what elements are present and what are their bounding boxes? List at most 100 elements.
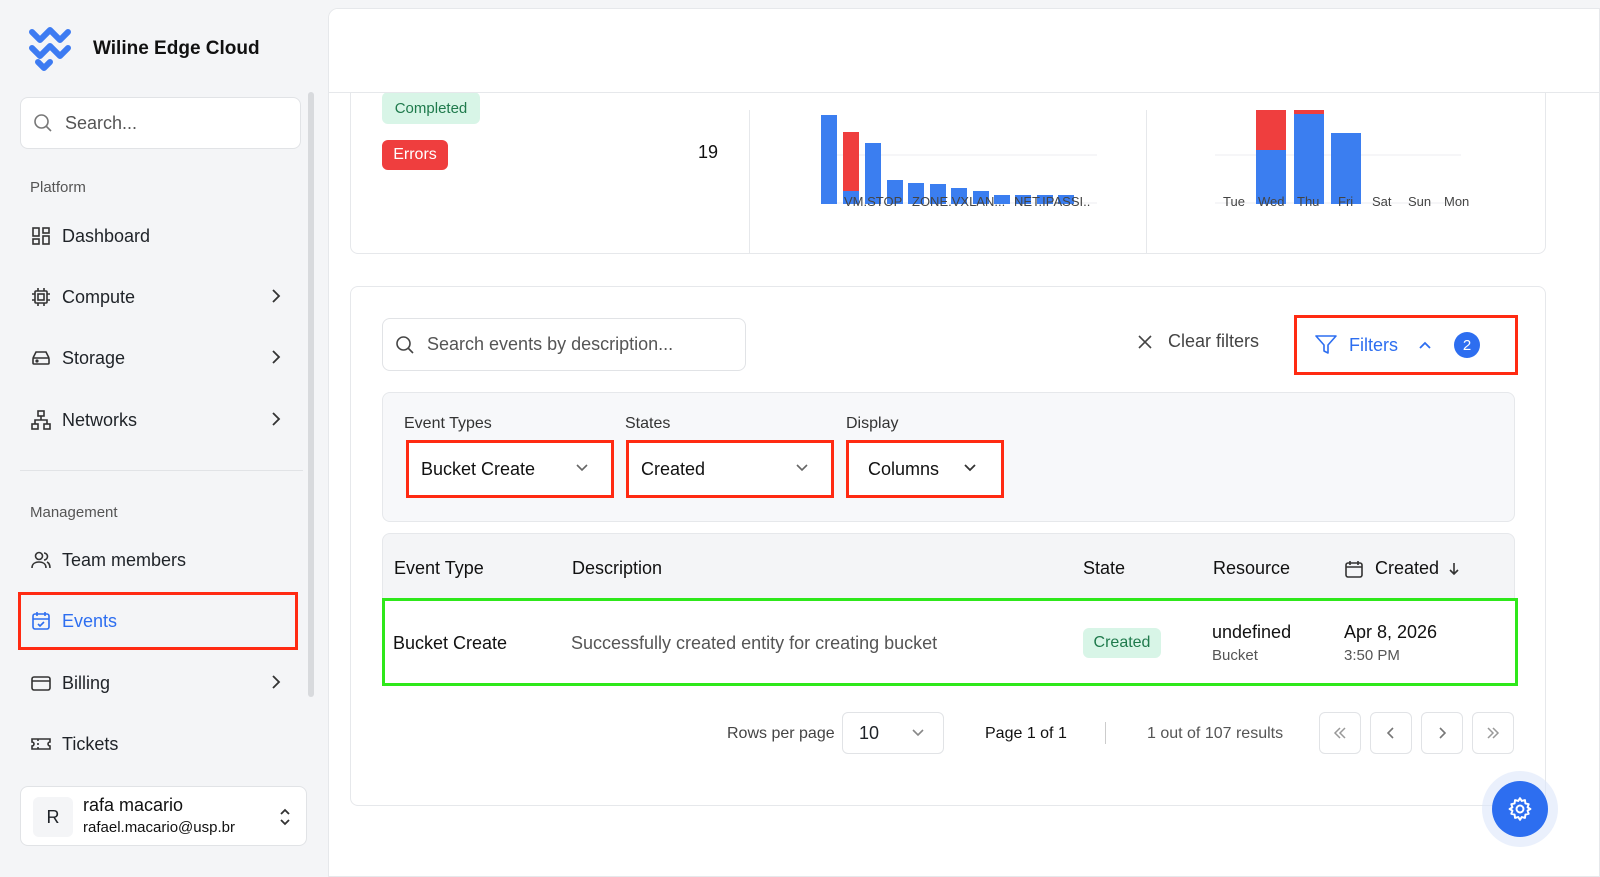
chevron-right-icon <box>1439 727 1446 739</box>
credit-card-icon <box>30 672 52 694</box>
sidebar-search-input[interactable]: Search... <box>20 97 301 149</box>
management-section-label: Management <box>30 504 118 521</box>
sidebar-item-tickets[interactable]: Tickets <box>20 719 301 769</box>
chart-bar-error <box>1256 110 1286 150</box>
chevron-down-icon <box>576 464 588 472</box>
chevron-down-icon <box>912 729 924 737</box>
column-header-resource[interactable]: Resource <box>1213 558 1290 579</box>
chart-tick-label: Sun <box>1408 194 1432 209</box>
chart-tick-label: Thu <box>1297 194 1320 209</box>
calendar-icon <box>1345 560 1363 578</box>
column-header-event-type[interactable]: Event Type <box>394 558 484 579</box>
cell-resource: undefined <box>1212 622 1292 642</box>
chart-tick-label: Sat <box>1372 194 1392 209</box>
results-count: 1 out of 107 results <box>1147 725 1284 742</box>
sidebar-item-dashboard[interactable]: Dashboard <box>20 211 301 261</box>
sidebar-item-compute[interactable]: Compute <box>20 272 301 322</box>
filters-label: Filters <box>1349 334 1398 355</box>
main-content: Completed Errors 19 VM.STOP ZONE.VXLAN..… <box>328 8 1600 877</box>
display-value: Columns <box>868 458 940 479</box>
filters-count-badge: 2 <box>1454 332 1480 358</box>
user-email: rafael.macario@usp.br <box>83 819 235 836</box>
chevron-down-icon <box>796 464 808 472</box>
sidebar-item-networks[interactable]: Networks <box>20 395 301 445</box>
sidebar-search-placeholder: Search... <box>65 112 138 133</box>
chart-bar-error <box>1294 110 1324 114</box>
first-page-button[interactable] <box>1319 712 1361 754</box>
network-icon <box>30 409 52 431</box>
sidebar: Wiline Edge Cloud Search... Platform Das… <box>0 0 318 877</box>
chart-bar <box>1294 114 1324 204</box>
event-types-value: Bucket Create <box>421 458 536 479</box>
avatar: R <box>33 797 73 837</box>
chevrons-right-icon <box>1487 727 1500 739</box>
chart-tick-label: Fri <box>1338 194 1354 209</box>
clear-filters-button[interactable]: Clear filters <box>1138 331 1259 352</box>
chart-tick-label: ZONE.VXLAN... <box>912 194 1006 209</box>
event-search-input[interactable]: Search events by description... <box>382 318 746 371</box>
table-row[interactable]: Bucket Create Successfully created entit… <box>382 598 1518 686</box>
stats-divider <box>1146 110 1147 253</box>
cell-event-type: Bucket Create <box>393 633 508 653</box>
sidebar-item-label: Storage <box>62 347 126 368</box>
chevron-right-icon <box>272 412 281 426</box>
errors-count: 19 <box>698 142 719 162</box>
settings-fab-button[interactable] <box>1492 781 1548 837</box>
filter-panel: Event Types Bucket Create States Created… <box>382 392 1515 522</box>
chevron-up-icon <box>1419 341 1431 349</box>
sidebar-divider <box>20 470 303 471</box>
chevron-up-down-icon <box>280 808 290 826</box>
chevron-right-icon <box>272 350 281 364</box>
chart-tick-label: VM.STOP <box>844 194 903 209</box>
ticket-icon <box>30 733 52 755</box>
last-page-button[interactable] <box>1472 712 1514 754</box>
chevrons-left-icon <box>1333 727 1346 739</box>
users-icon <box>30 549 52 571</box>
filter-icon <box>1315 335 1337 354</box>
clear-filters-label: Clear filters <box>1168 331 1260 351</box>
sidebar-item-label: Dashboard <box>62 225 151 246</box>
sidebar-item-label: Tickets <box>62 733 119 754</box>
sidebar-item-team-members[interactable]: Team members <box>20 535 301 585</box>
chart-tick-label: Mon <box>1444 194 1470 209</box>
sidebar-item-label: Events <box>62 610 118 631</box>
cpu-icon <box>30 286 52 308</box>
next-page-button[interactable] <box>1421 712 1463 754</box>
rows-per-page-select[interactable]: 10 <box>842 712 944 754</box>
pagination: Rows per page 10 Page 1 of 1 1 out of 10… <box>351 712 1547 754</box>
sidebar-item-storage[interactable]: Storage <box>20 333 301 383</box>
chevron-right-icon <box>272 675 281 689</box>
close-icon <box>1138 334 1152 349</box>
chevron-right-icon <box>272 289 281 303</box>
column-header-description[interactable]: Description <box>572 558 662 579</box>
chart-bar-error <box>843 132 859 191</box>
states-value: Created <box>641 458 706 479</box>
chevron-left-icon <box>1387 727 1394 739</box>
states-select[interactable]: Created <box>626 440 834 498</box>
previous-page-button[interactable] <box>1370 712 1412 754</box>
search-icon <box>396 335 414 354</box>
column-header-state[interactable]: State <box>1083 558 1125 579</box>
sidebar-item-events[interactable]: Events <box>18 592 298 650</box>
chevron-down-icon <box>964 464 976 472</box>
table-header: Event Type Description State Resource Cr… <box>382 533 1515 601</box>
sidebar-scrollbar[interactable] <box>308 92 314 697</box>
sidebar-item-billing[interactable]: Billing <box>20 658 301 708</box>
gear-icon <box>1508 797 1532 821</box>
errors-badge: Errors <box>382 140 448 170</box>
sidebar-item-label: Billing <box>62 672 111 693</box>
pagination-divider <box>1105 722 1106 744</box>
brand-name: Wiline Edge Cloud <box>93 38 260 59</box>
filters-toggle-button[interactable]: Filters 2 <box>1294 315 1518 375</box>
cell-created-date: Apr 8, 2026 <box>1344 622 1438 642</box>
event-types-select[interactable]: Bucket Create <box>406 440 614 498</box>
user-menu[interactable]: R rafa macario rafael.macario@usp.br <box>20 786 307 846</box>
events-card: Search events by description... Clear fi… <box>350 286 1546 806</box>
dashboard-icon <box>30 225 52 247</box>
display-select[interactable]: Columns <box>846 440 1004 498</box>
brand[interactable]: Wiline Edge Cloud <box>28 26 260 72</box>
chart-tick-label: Tue <box>1223 194 1245 209</box>
storage-icon <box>30 347 52 369</box>
column-header-created[interactable]: Created <box>1345 558 1459 579</box>
rows-per-page-value: 10 <box>859 722 880 743</box>
